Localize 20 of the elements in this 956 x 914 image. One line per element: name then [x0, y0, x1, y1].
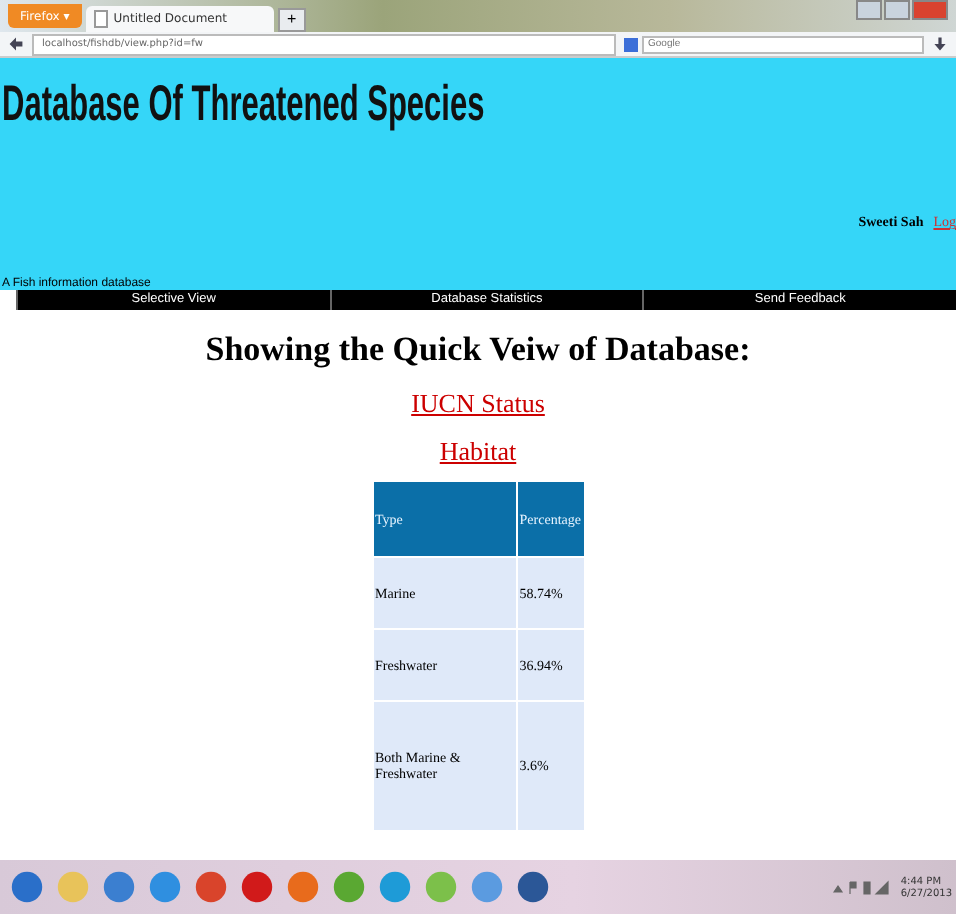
app-circle-icon[interactable] — [192, 868, 230, 906]
download-arrow-icon[interactable] — [932, 36, 948, 52]
category-link[interactable]: IUCN Status — [411, 388, 545, 420]
category-link[interactable]: Habitat — [439, 436, 517, 468]
app-circle-icon[interactable] — [238, 868, 276, 906]
app-circle-icon[interactable] — [376, 868, 414, 906]
page-heading: Showing the Quick Veiw of Database: — [205, 330, 751, 370]
app-circle-icon[interactable] — [100, 868, 138, 906]
maximize-icon[interactable] — [884, 0, 910, 20]
site-title: Database Of Threatened Species — [2, 76, 485, 134]
search-engine-icon[interactable] — [624, 37, 638, 51]
close-icon[interactable] — [912, 0, 948, 20]
back-arrow-icon[interactable] — [8, 36, 24, 52]
start-orb-icon[interactable] — [8, 868, 46, 906]
tray-icons-drawing — [832, 877, 893, 897]
new-tab-button[interactable]: + — [277, 8, 306, 32]
minimize-icon[interactable] — [856, 0, 882, 20]
app-circle-icon[interactable] — [514, 868, 552, 906]
app-circle-icon[interactable] — [146, 868, 184, 906]
app-circle-icon[interactable] — [284, 868, 322, 906]
